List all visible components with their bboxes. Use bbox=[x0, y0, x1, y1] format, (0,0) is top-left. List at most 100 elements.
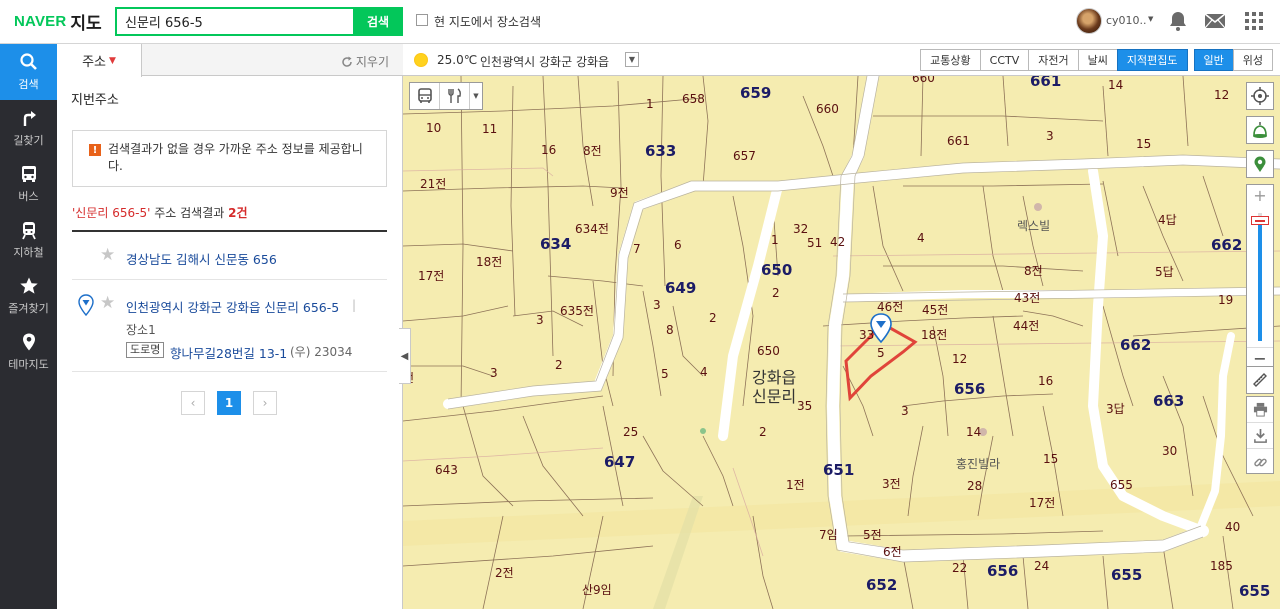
pagination-current-page[interactable]: 1 bbox=[217, 391, 241, 415]
share-link-button[interactable] bbox=[1247, 449, 1273, 475]
star-icon bbox=[19, 277, 38, 294]
map-poi-filter-toolbar: ▼ bbox=[409, 82, 483, 110]
current-map-search-checkbox[interactable] bbox=[416, 14, 428, 26]
parcel-label: 649 bbox=[665, 279, 697, 297]
measure-distance-button[interactable] bbox=[1246, 366, 1274, 394]
print-button[interactable] bbox=[1247, 397, 1273, 423]
save-button[interactable] bbox=[1247, 423, 1273, 449]
favorite-star-icon[interactable]: ★ bbox=[100, 293, 115, 313]
user-menu-caret-icon[interactable]: ▼ bbox=[1148, 15, 1153, 23]
nav-directions[interactable]: 길찾기 bbox=[0, 100, 57, 156]
region-dropdown-button[interactable]: ▼ bbox=[625, 52, 639, 67]
sun-weather-icon bbox=[414, 53, 428, 67]
parcel-label: 51 bbox=[807, 236, 823, 250]
nav-search[interactable]: 검색 bbox=[0, 44, 57, 100]
parcel-label: 4 bbox=[917, 231, 925, 245]
parcel-label: 659 bbox=[740, 84, 772, 102]
poi-filter-dropdown-icon[interactable]: ▼ bbox=[470, 83, 482, 109]
nav-directions-label: 길찾기 bbox=[13, 134, 44, 147]
apps-grid-icon[interactable] bbox=[1242, 9, 1266, 33]
parcel-label: 산9임 bbox=[582, 583, 612, 597]
zoom-slider-handle[interactable] bbox=[1251, 216, 1269, 225]
panorama-button[interactable] bbox=[1246, 150, 1274, 178]
parcel-label: 655 bbox=[1111, 566, 1143, 584]
parcel-label: 634 bbox=[540, 235, 572, 253]
bus-icon bbox=[417, 88, 432, 103]
layer-weather-button[interactable]: 날씨 bbox=[1077, 49, 1118, 71]
parcel-label: 660 bbox=[912, 76, 935, 85]
tab-address-label: 주소 bbox=[82, 55, 106, 70]
parcel-label: 3 bbox=[653, 298, 661, 312]
list-item[interactable]: ★ 경상남도 김해시 신문동 656 bbox=[72, 232, 387, 280]
parcel-label: 647 bbox=[604, 453, 636, 471]
left-nav: 검색 길찾기 버스 지하철 즐겨찾기 테마지도 bbox=[0, 44, 57, 609]
parcel-label: 5답 bbox=[1155, 265, 1174, 279]
layer-cadastral-button[interactable]: 지적편집도 bbox=[1116, 49, 1188, 71]
clear-button[interactable]: 지우기 bbox=[341, 53, 389, 70]
road-address-link[interactable]: 향나무길28번길 13-1 bbox=[170, 343, 287, 362]
search-input[interactable] bbox=[117, 9, 355, 34]
pagination-prev-button[interactable]: ‹ bbox=[181, 391, 205, 415]
parcel-label: 18전 bbox=[921, 328, 948, 342]
parcel-label: 6전 bbox=[883, 545, 902, 559]
favorite-star-icon[interactable]: ★ bbox=[100, 245, 115, 265]
parcel-label: 635전 bbox=[560, 304, 594, 318]
user-name[interactable]: cy010.. bbox=[1106, 14, 1147, 27]
parcel-label: 7임 bbox=[819, 528, 838, 542]
directions-icon bbox=[23, 111, 36, 126]
nav-bus[interactable]: 버스 bbox=[0, 156, 57, 212]
crosshair-icon bbox=[1251, 87, 1269, 105]
parcel-label: 650 bbox=[757, 344, 780, 358]
bell-icon[interactable] bbox=[1166, 9, 1190, 33]
parcel-label: 6 bbox=[674, 238, 682, 252]
nav-subway-label: 지하철 bbox=[13, 246, 44, 259]
result-address-link[interactable]: 경상남도 김해시 신문동 656 bbox=[126, 249, 277, 268]
naver-map-logo[interactable]: NAVER 지도 bbox=[14, 9, 102, 34]
layer-bicycle-button[interactable]: 자전거 bbox=[1028, 49, 1079, 71]
map-info-bar: 25.0℃ 인천광역시 강화군 강화읍 ▼ 교통상황 CCTV 자전거 날씨 지… bbox=[403, 44, 1280, 76]
parcel-label: 656 bbox=[987, 562, 1019, 580]
panel-tabs: 주소 ▼ 지우기 bbox=[57, 44, 403, 77]
dong-name-line1: 강화읍 bbox=[752, 368, 797, 387]
tab-dropdown-caret-icon: ▼ bbox=[109, 55, 116, 66]
download-icon bbox=[1253, 428, 1267, 443]
map-canvas[interactable]: 660 661 14 12 659 658 1 660 10 11 16 8전 … bbox=[403, 76, 1280, 609]
nav-theme-map[interactable]: 테마지도 bbox=[0, 324, 57, 380]
search-button[interactable]: 검색 bbox=[353, 7, 403, 36]
logo-product: 지도 bbox=[70, 13, 102, 34]
subway-icon bbox=[21, 222, 36, 240]
maptype-satellite-button[interactable]: 위성 bbox=[1232, 49, 1273, 71]
parcel-label: 651 bbox=[823, 461, 855, 479]
street-view-button[interactable] bbox=[1246, 116, 1274, 144]
current-map-search-label[interactable]: 현 지도에서 장소검색 bbox=[434, 13, 541, 30]
zoom-level-fill bbox=[1258, 225, 1262, 341]
maptype-normal-button[interactable]: 일반 bbox=[1193, 49, 1234, 71]
restaurant-filter-button[interactable] bbox=[440, 83, 470, 109]
my-location-button[interactable] bbox=[1246, 82, 1274, 110]
notice-text: 검색결과가 없을 경우 가까운 주소 정보를 제공합니다. bbox=[108, 142, 363, 173]
result-address-link[interactable]: 인천광역시 강화군 강화읍 신문리 656-5 bbox=[126, 297, 339, 316]
pagination-next-button[interactable]: › bbox=[253, 391, 277, 415]
nav-favorites[interactable]: 즐겨찾기 bbox=[0, 268, 57, 324]
mail-icon[interactable] bbox=[1203, 9, 1227, 33]
list-item[interactable]: ★ 인천광역시 강화군 강화읍 신문리 656-5 | 장소1 도로명 향나무길… bbox=[72, 280, 387, 372]
alert-icon: ! bbox=[89, 144, 101, 156]
nav-subway[interactable]: 지하철 bbox=[0, 212, 57, 268]
avatar[interactable] bbox=[1076, 8, 1102, 34]
zoom-in-button[interactable]: + bbox=[1247, 185, 1273, 207]
parcel-label: 2 bbox=[709, 311, 717, 325]
parcel-label: 661 bbox=[947, 134, 970, 148]
layer-traffic-button[interactable]: 교통상황 bbox=[920, 49, 981, 71]
tab-address[interactable]: 주소 ▼ bbox=[57, 44, 142, 77]
bus-filter-button[interactable] bbox=[410, 83, 440, 109]
result-pin-icon bbox=[78, 294, 94, 316]
panel-collapse-button[interactable]: ◀ bbox=[399, 328, 411, 384]
road-address-tag: 도로명 bbox=[126, 342, 165, 358]
parcel-label: 2 bbox=[772, 286, 780, 300]
layer-cctv-button[interactable]: CCTV bbox=[979, 49, 1030, 71]
parcel-label: 3 bbox=[536, 313, 544, 327]
nav-bus-label: 버스 bbox=[18, 190, 39, 203]
parcel-label: 25 bbox=[623, 425, 639, 439]
parcel-label: 662 bbox=[1211, 236, 1243, 254]
parcel-label: 2전 bbox=[495, 566, 514, 580]
